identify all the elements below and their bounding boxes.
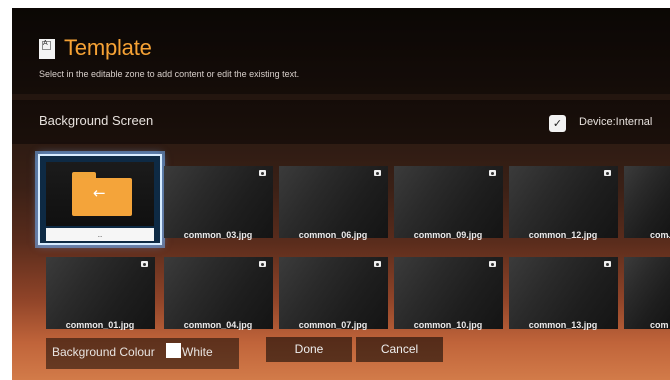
camera-icon <box>489 170 496 176</box>
folder-back-icon: ← <box>72 172 132 216</box>
thumbnail[interactable] <box>279 257 388 329</box>
done-button[interactable]: Done <box>266 337 352 362</box>
thumbnail[interactable] <box>164 257 273 329</box>
thumbnail-caption: com <box>650 230 669 240</box>
camera-icon <box>489 261 496 267</box>
page-subtitle: Select in the editable zone to add conte… <box>39 69 300 79</box>
thumbnail[interactable] <box>164 166 273 238</box>
colour-value: White <box>182 345 213 359</box>
thumbnail[interactable] <box>394 257 503 329</box>
thumbnail[interactable] <box>46 257 155 329</box>
thumbnail[interactable] <box>279 166 388 238</box>
folder-caption: .. <box>46 228 154 241</box>
template-icon: A <box>39 39 55 59</box>
section-title: Background Screen <box>39 113 154 128</box>
thumbnail[interactable] <box>624 166 670 238</box>
camera-icon <box>374 170 381 176</box>
thumbnail[interactable] <box>394 166 503 238</box>
device-label[interactable]: Device:Internal <box>579 116 652 128</box>
thumbnail-caption: common_04.jpg <box>183 320 253 330</box>
thumbnail-caption: common_03.jpg <box>183 230 253 240</box>
camera-icon <box>604 261 611 267</box>
thumbnail-caption: common_09.jpg <box>413 230 483 240</box>
camera-icon <box>259 170 266 176</box>
device-dropdown-checkmark-icon[interactable]: ✓ <box>549 115 566 132</box>
thumbnail-caption: common_01.jpg <box>65 320 135 330</box>
template-screen: A Template Select in the editable zone t… <box>12 8 670 380</box>
scroll-down-chevron-icon[interactable]: ⌄ <box>666 230 670 241</box>
camera-icon <box>604 170 611 176</box>
thumbnail[interactable] <box>509 166 618 238</box>
camera-icon <box>374 261 381 267</box>
folder-preview: ← <box>46 162 154 226</box>
thumbnail-caption: common_10.jpg <box>413 320 483 330</box>
page-title: Template <box>64 35 152 60</box>
thumbnail-caption: common_06.jpg <box>298 230 368 240</box>
cancel-button[interactable]: Cancel <box>356 337 443 362</box>
camera-icon <box>259 261 266 267</box>
colour-swatch[interactable] <box>166 343 181 358</box>
camera-icon <box>141 261 148 267</box>
thumbnail[interactable] <box>509 257 618 329</box>
thumbnail-grid: ← .. common_03.jpg common_06.jpg common_… <box>12 154 670 334</box>
template-icon-letter: A <box>43 40 48 47</box>
background-colour-label: Background Colour <box>52 345 155 359</box>
thumbnail-caption: common_07.jpg <box>298 320 368 330</box>
thumbnail-caption: common_12.jpg <box>528 230 598 240</box>
thumbnail[interactable] <box>624 257 670 329</box>
thumbnail-caption: common_13.jpg <box>528 320 598 330</box>
folder-up-card[interactable]: ← .. <box>38 154 162 245</box>
thumbnail-caption: com <box>650 320 669 330</box>
